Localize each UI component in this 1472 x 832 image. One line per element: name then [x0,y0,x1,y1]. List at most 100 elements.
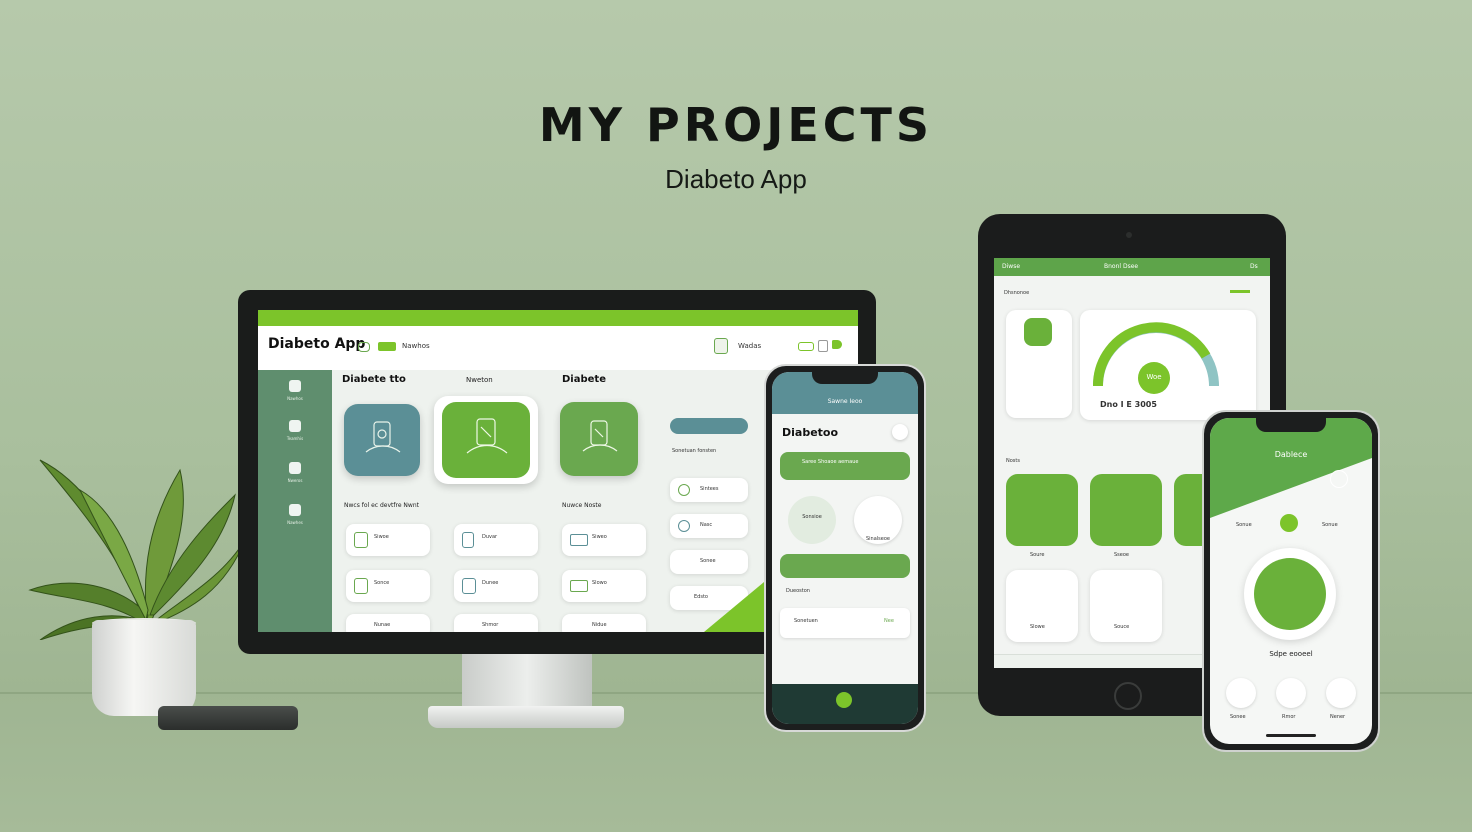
home-icon [289,380,301,392]
header-tab[interactable]: Nawhos [402,342,430,350]
panel-item-1[interactable]: Sintees [670,478,748,502]
phone-left: Sawne Ieoo Diabetoo Saree Shoaoe aemaue … [764,364,926,732]
sidebar-item-4[interactable]: Nawhes [258,504,332,525]
tablet-tile-2[interactable] [1090,474,1162,546]
panel-item-2[interactable]: Nasc [670,514,748,538]
phone-dock-object [158,706,298,730]
tablet-tile-1[interactable] [1006,474,1078,546]
phone-left-avatar[interactable] [892,424,908,440]
record-card-1[interactable]: Siwoe [346,524,430,556]
link-icon[interactable] [358,342,370,352]
chart-icon [289,462,301,474]
subsection-title-2: Nuwce Noste [562,502,602,509]
feature-tile-green[interactable] [442,402,530,478]
phone-left-tab-bar [772,684,918,724]
phone-right-stat-icon [1280,514,1298,532]
page-title: MY PROJECTS [538,98,934,152]
activity-icon [678,520,690,532]
record-card-5[interactable]: Dunee [454,570,538,602]
app-brand[interactable]: Diabeto App [268,336,365,352]
feature-tile-highlight-frame [434,396,538,484]
phone-left-notch [812,372,878,384]
menu-icon[interactable] [818,340,828,352]
section-title-1: Diabete tto [342,374,406,385]
page-subtitle: Diabeto App [665,164,807,194]
gauge-center: Woe [1138,362,1170,394]
report-icon [462,578,476,594]
monitor-stand-neck [462,654,592,712]
phone-left-card-2[interactable] [780,554,910,578]
home-indicator [1266,734,1316,737]
record-card-6[interactable]: Slowo [562,570,646,602]
desktop-top-bar [258,310,858,326]
phone-right-shortcut-1[interactable] [1226,678,1256,708]
feature-tile-green-2[interactable] [560,402,638,476]
phone-right-main-icon [1254,558,1326,630]
phone-right-shortcut-3[interactable] [1326,678,1356,708]
notification-icon[interactable] [714,338,728,354]
section-title-3: Diabete [562,374,606,385]
folder-icon[interactable] [378,342,396,351]
phone-left-card-1[interactable]: Saree Shoaoe aemaue [780,452,910,480]
phone-right-avatar[interactable] [1330,470,1348,488]
bottle-icon [462,532,474,548]
phone-left-list-title: Dueoston [786,588,810,594]
phone-right-stat-right: Sonue [1322,522,1338,528]
record-card-4[interactable]: Sonce [346,570,430,602]
phone-right-caption: Sdpe eooeel [1269,650,1313,658]
plant-pot [92,620,196,716]
tablet-top-bar: Diwse Bnonl Dsee Ds [994,258,1270,276]
toggle-icon[interactable] [798,342,814,351]
insulin-pen-icon [582,420,618,452]
phone-right-main-button[interactable] [1244,548,1336,640]
corner-accent [704,582,764,632]
record-card-2[interactable]: Duvar [454,524,538,556]
profile-icon [1024,318,1052,346]
plant-illustration [28,459,246,640]
tablet-grid-title: Nosts [1006,458,1020,464]
tablet-tile-5[interactable] [1090,570,1162,642]
gauge-readout: Dno I E 3005 [1100,400,1157,409]
subsection-title-1: Nwcs fol ec devtfre Nwnt [344,502,419,509]
leaf-icon [678,484,690,496]
phone-right-screen: Dablece Sonue Sonue Sdpe eooeel Sonee Rm… [1210,418,1372,744]
right-panel-title: Sonetuan fonsten [672,448,717,454]
tablet-home-button[interactable] [1114,682,1142,710]
glucose-gauge-card[interactable]: Woe Dno I E 3005 [1080,310,1256,420]
section-title-2: Nweton [466,376,493,384]
sidebar-item-3[interactable]: Nweros [258,462,332,483]
record-card-7[interactable]: Nunae [346,614,430,632]
header-right-label[interactable]: Wadas [738,342,761,350]
sidebar-item-2[interactable]: Teamhis [258,420,332,441]
phone-right: Dablece Sonue Sonue Sdpe eooeel Sonee Rm… [1202,410,1380,752]
tablet-section-label: Dhsnonoe [1004,290,1030,296]
tablet-tile-4[interactable] [1006,570,1078,642]
monitor-stand-base [428,706,624,728]
sidebar-item-1[interactable]: Nawhos [258,380,332,401]
glucose-icon [354,532,368,548]
phone-right-title: Dablece [1274,450,1308,459]
phone-left-list-item[interactable]: Sonetuen Nee [780,608,910,638]
record-card-8[interactable]: Shmor [454,614,538,632]
phone-right-header-bg [1210,418,1372,518]
phone-left-icon-bubble-1[interactable]: Sonsioe [788,496,836,544]
document-icon [289,420,301,432]
record-card-9[interactable]: Nidue [562,614,646,632]
phone-left-icon-bubble-2[interactable]: Sinalseoe [854,496,902,544]
phone-right-stat-left: Sonue [1236,522,1252,528]
phone-right-notch [1256,418,1326,432]
clipboard-icon [354,578,368,594]
panel-item-3[interactable]: Sonee [670,550,748,574]
phone-right-shortcut-2[interactable] [1276,678,1306,708]
tablet-link[interactable] [1230,290,1250,293]
desktop-header: Diabeto App Nawhos Wadas [258,326,858,370]
phone-left-screen: Sawne Ieoo Diabetoo Saree Shoaoe aemaue … [772,372,918,724]
tab-home-icon[interactable] [836,692,852,708]
glucose-meter-icon [365,421,401,453]
feature-tile-teal[interactable] [344,404,420,476]
tablet-profile-card[interactable] [1006,310,1072,418]
send-icon[interactable] [832,340,842,349]
primary-action-button[interactable] [670,418,748,434]
tablet-camera [1126,232,1132,238]
record-card-3[interactable]: Siweo [562,524,646,556]
